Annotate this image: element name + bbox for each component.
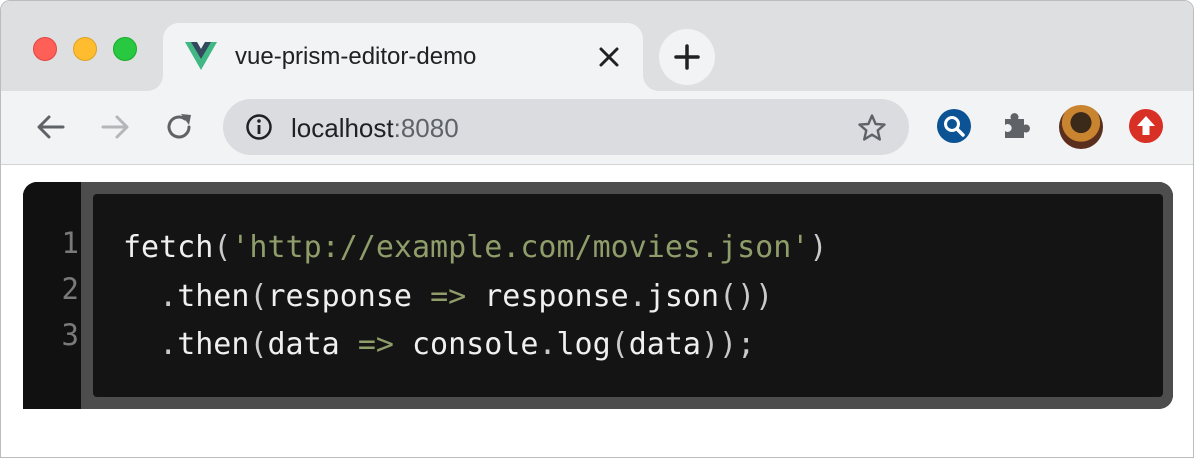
magnifier-icon bbox=[944, 116, 965, 137]
new-tab-button[interactable] bbox=[659, 29, 715, 85]
bookmark-star-icon[interactable] bbox=[857, 113, 887, 143]
code-token: . bbox=[628, 279, 647, 314]
code-token: ( bbox=[249, 279, 268, 314]
code-token: => bbox=[430, 279, 467, 314]
code-token: then bbox=[177, 279, 250, 314]
minimize-window-button[interactable] bbox=[73, 37, 97, 61]
code-token: . bbox=[159, 279, 178, 314]
browser-window: vue-prism-editor-demo localhost:8080 1 2… bbox=[0, 0, 1194, 458]
browser-toolbar: localhost:8080 bbox=[1, 91, 1193, 165]
tab-strip: vue-prism-editor-demo bbox=[1, 1, 1193, 91]
up-arrow-icon bbox=[1137, 116, 1155, 135]
code-token: . bbox=[159, 327, 178, 362]
code-token: json bbox=[646, 279, 720, 314]
code-token: )); bbox=[701, 327, 756, 362]
line-number-gutter: 1 2 3 bbox=[23, 182, 81, 409]
code-token: . bbox=[538, 327, 557, 362]
address-bar[interactable]: localhost:8080 bbox=[223, 99, 909, 155]
url-host: localhost bbox=[291, 113, 394, 143]
tab-title: vue-prism-editor-demo bbox=[235, 43, 477, 70]
zoom-window-button[interactable] bbox=[113, 37, 137, 61]
code-line-2[interactable]: .then(response => response.json()) bbox=[123, 279, 773, 314]
info-icon[interactable] bbox=[245, 113, 273, 141]
forward-arrow-icon[interactable] bbox=[99, 111, 131, 143]
close-tab-icon[interactable] bbox=[597, 45, 621, 69]
code-token: response bbox=[267, 279, 431, 314]
code-token: ) bbox=[809, 230, 828, 265]
search-extension-icon[interactable] bbox=[937, 109, 971, 143]
code-token: ( bbox=[249, 327, 268, 362]
code-token: 'http://example.com/movies.json' bbox=[231, 230, 810, 265]
close-window-button[interactable] bbox=[33, 37, 57, 61]
code-token: data bbox=[628, 327, 701, 362]
line-number: 3 bbox=[61, 318, 79, 352]
code-token: console bbox=[393, 327, 539, 362]
reload-icon[interactable] bbox=[163, 111, 195, 143]
code-token: ()) bbox=[719, 279, 774, 314]
extensions-puzzle-icon[interactable] bbox=[999, 109, 1033, 143]
page-content: 1 2 3 fetch('http://example.com/movies.j… bbox=[1, 166, 1193, 457]
code-token: ( bbox=[213, 230, 232, 265]
line-number: 2 bbox=[61, 272, 79, 306]
code-token: fetch bbox=[123, 230, 214, 265]
vue-logo-icon bbox=[185, 42, 217, 70]
back-arrow-icon[interactable] bbox=[35, 111, 67, 143]
code-token: data bbox=[267, 327, 358, 362]
code-line-3[interactable]: .then(data => console.log(data)); bbox=[123, 327, 755, 362]
line-number: 1 bbox=[61, 226, 79, 260]
code-token: then bbox=[177, 327, 250, 362]
code-token: ( bbox=[610, 327, 629, 362]
update-icon[interactable] bbox=[1129, 109, 1163, 143]
profile-avatar[interactable] bbox=[1059, 105, 1103, 149]
url-port: :8080 bbox=[393, 113, 459, 143]
url-text: localhost:8080 bbox=[291, 113, 459, 144]
code-editor[interactable]: 1 2 3 fetch('http://example.com/movies.j… bbox=[23, 182, 1173, 409]
code-token: => bbox=[357, 327, 394, 362]
code-token: response bbox=[466, 279, 629, 314]
tab-vue-prism-editor-demo[interactable]: vue-prism-editor-demo bbox=[163, 23, 643, 91]
plus-icon bbox=[674, 44, 700, 70]
code-token: log bbox=[556, 327, 611, 362]
code-line-1[interactable]: fetch('http://example.com/movies.json') bbox=[123, 230, 827, 265]
